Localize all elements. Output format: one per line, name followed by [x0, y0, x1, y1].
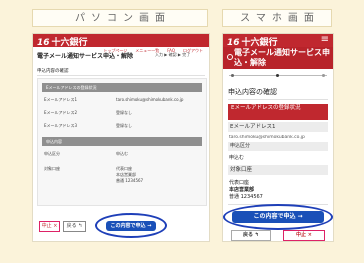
pc-cancel-button[interactable]: 中止 × — [39, 221, 60, 232]
sp-heading-divider — [228, 99, 328, 100]
sp-cancel-button[interactable]: 中止 × — [283, 230, 325, 241]
pc-header: 16 十六銀行 トップページ メニュー一覧 FAQ ログアウト — [33, 34, 209, 54]
sp-header: 16 十六銀行 ≡ — [223, 34, 333, 48]
sp-email-value: taro.shimoku@shimokubank.co.jp — [229, 135, 305, 140]
bank-logo: 16 十六銀行 — [37, 35, 88, 48]
pc-screen-label: パソコン画面 — [32, 9, 208, 27]
email2-value: 登録なし — [116, 110, 132, 115]
pc-page-title: 電子メール通知サービス申込・解除 — [37, 53, 134, 60]
pc-divider — [37, 75, 205, 76]
sp-apply-label: 申込区分 — [228, 142, 328, 151]
pc-screen: 16 十六銀行 トップページ メニュー一覧 FAQ ログアウト 電子メール通知サービス申… — [32, 33, 210, 242]
hamburger-menu-icon[interactable]: ≡ — [321, 34, 329, 46]
pc-steps: 入力 ▶ 確認 ▶ 完了 — [155, 52, 191, 57]
sp-page-title: 電子メール通知サービス申込・解除 — [234, 48, 330, 67]
pc-email-row-2: Eメールアドレス2 登録なし — [38, 107, 206, 120]
sp-email-section-head: Eメールアドレスの登録状況 — [228, 104, 328, 120]
pc-account-row: 対象口座 代表口座 本店営業部 普通 1234567 — [38, 163, 206, 193]
email2-key: Eメールアドレス2 — [44, 110, 78, 115]
sp-account-line-2: 本店営業部 — [229, 187, 255, 193]
pc-content: Eメールアドレスの登録状況 Eメールアドレス1 taro.shimoku@shi… — [37, 78, 207, 206]
sp-submit-button[interactable]: この内容で申込 → — [232, 211, 324, 223]
pc-apply-row: 申込区分 申込む — [38, 148, 206, 161]
pc-back-button[interactable]: 戻る ↰ — [63, 221, 86, 232]
sp-title-bar: 電子メール通知サービス申込・解除 — [223, 47, 333, 69]
pc-section-email: Eメールアドレスの登録状況 — [42, 83, 202, 92]
sp-progress — [229, 74, 327, 78]
sp-account-label: 対象口座 — [228, 165, 328, 175]
sp-screen: 16 十六銀行 ≡ 電子メール通知サービス申込・解除 申込内容の確認 Eメールアド… — [222, 33, 334, 242]
email1-value: taro.shimoku@shimokubank.co.jp — [116, 97, 184, 102]
sp-screen-label: スマホ画面 — [222, 9, 332, 27]
pc-email-row-3: Eメールアドレス3 登録なし — [38, 120, 206, 133]
pc-submit-button[interactable]: この内容で申込 → — [106, 221, 156, 231]
sp-heading: 申込内容の確認 — [228, 88, 277, 96]
account-value-3: 普通 1234567 — [116, 178, 144, 183]
pc-section-apply: 申込内容 — [42, 137, 202, 146]
email3-value: 登録なし — [116, 123, 132, 128]
pc-subtitle: 申込内容の確認 — [37, 69, 69, 74]
apply-key: 申込区分 — [44, 151, 60, 156]
sp-account-line-1: 代表口座 — [229, 180, 250, 186]
bank-name: 十六銀行 — [51, 38, 88, 48]
bank-logo-mark: 16 — [37, 38, 50, 48]
apply-value: 申込む — [116, 151, 128, 156]
pc-email-row-1: Eメールアドレス1 taro.shimoku@shimokubank.co.jp — [38, 94, 206, 107]
sp-back-button[interactable]: 戻る ↰ — [231, 230, 271, 241]
email3-key: Eメールアドレス3 — [44, 123, 78, 128]
account-key: 対象口座 — [44, 166, 60, 171]
email1-key: Eメールアドレス1 — [44, 97, 78, 102]
sp-apply-value: 申込む — [229, 155, 245, 161]
sp-title-icon — [227, 54, 233, 60]
sp-account-line-3: 普通 1234567 — [229, 194, 263, 200]
sp-email-label: Eメールアドレス1 — [228, 122, 328, 132]
sp-bottom-divider — [228, 204, 328, 205]
